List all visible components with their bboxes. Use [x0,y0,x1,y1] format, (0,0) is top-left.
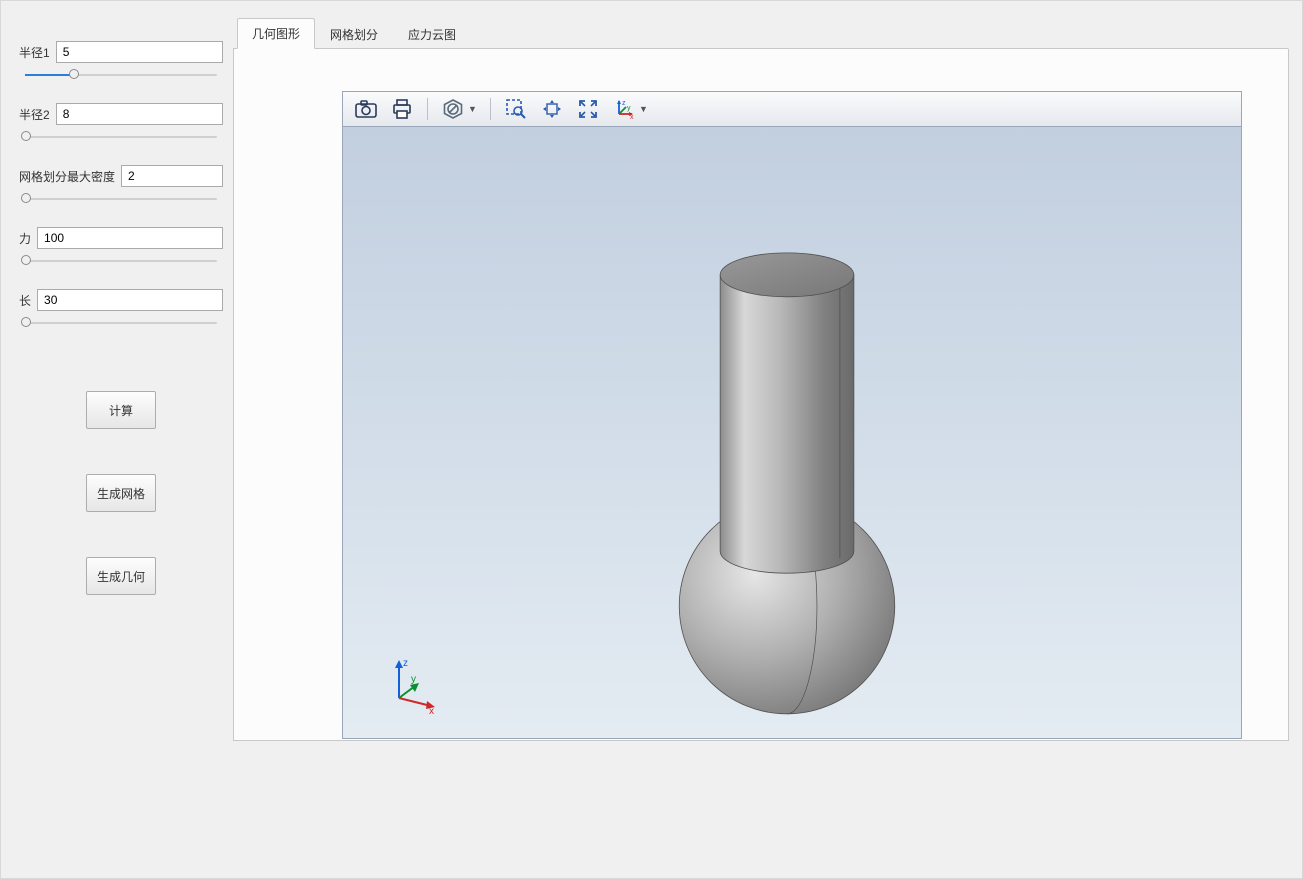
camera-icon[interactable] [349,95,383,123]
print-icon[interactable] [385,95,419,123]
main-area: 几何图形 网格划分 应力云图 ▼ [233,1,1302,878]
radius1-slider[interactable] [19,65,223,83]
param-label: 半径2 [19,106,50,123]
svg-text:y: y [411,674,416,685]
tab-content: ▼ [233,48,1289,741]
param-label: 半径1 [19,44,50,61]
length-input[interactable] [37,289,223,311]
axes-triad: z x y [381,654,441,714]
density-input[interactable] [121,165,223,187]
radius2-input[interactable] [56,103,223,125]
svg-text:z: z [403,658,408,669]
3d-viewport[interactable]: z x y [342,127,1242,739]
chevron-down-icon[interactable]: ▼ [639,104,649,114]
svg-text:z: z [622,100,626,107]
generate-geometry-button[interactable]: 生成几何 [86,557,156,595]
tabstrip: 几何图形 网格划分 应力云图 [233,21,1302,48]
viewport-wrap: ▼ [342,91,1242,739]
tab-mesh[interactable]: 网格划分 [315,19,393,49]
zoom-window-icon[interactable] [499,95,533,123]
generate-mesh-button[interactable]: 生成网格 [86,474,156,512]
param-label: 网格划分最大密度 [19,168,115,185]
fit-icon[interactable] [571,95,605,123]
radius1-input[interactable] [56,41,223,63]
pan-icon[interactable] [535,95,569,123]
param-radius1: 半径1 [19,41,223,63]
compute-button[interactable]: 计算 [86,391,156,429]
length-slider[interactable] [19,313,223,331]
force-input[interactable] [37,227,223,249]
block-icon[interactable] [436,95,470,123]
param-label: 长 [19,292,31,309]
geometry-render [343,127,1241,738]
axes-toolbar-icon[interactable]: z y x [607,95,641,123]
param-label: 力 [19,230,31,247]
toolbar-separator [427,98,428,120]
toolbar-separator [490,98,491,120]
svg-text:x: x [630,114,634,120]
chevron-down-icon[interactable]: ▼ [468,104,478,114]
param-radius2: 半径2 [19,103,223,125]
param-density: 网格划分最大密度 [19,165,223,187]
app-window: 半径1 半径2 网格划分最大密度 力 [0,0,1303,879]
svg-text:y: y [627,105,631,112]
sidebar: 半径1 半径2 网格划分最大密度 力 [1,1,233,878]
tab-geometry[interactable]: 几何图形 [237,18,315,49]
force-slider[interactable] [19,251,223,269]
density-slider[interactable] [19,189,223,207]
viewport-toolbar: ▼ [342,91,1242,127]
svg-text:x: x [429,706,434,714]
param-force: 力 [19,227,223,249]
radius2-slider[interactable] [19,127,223,145]
tab-stress[interactable]: 应力云图 [393,19,471,49]
param-length: 长 [19,289,223,311]
button-column: 计算 生成网格 生成几何 [19,391,223,595]
